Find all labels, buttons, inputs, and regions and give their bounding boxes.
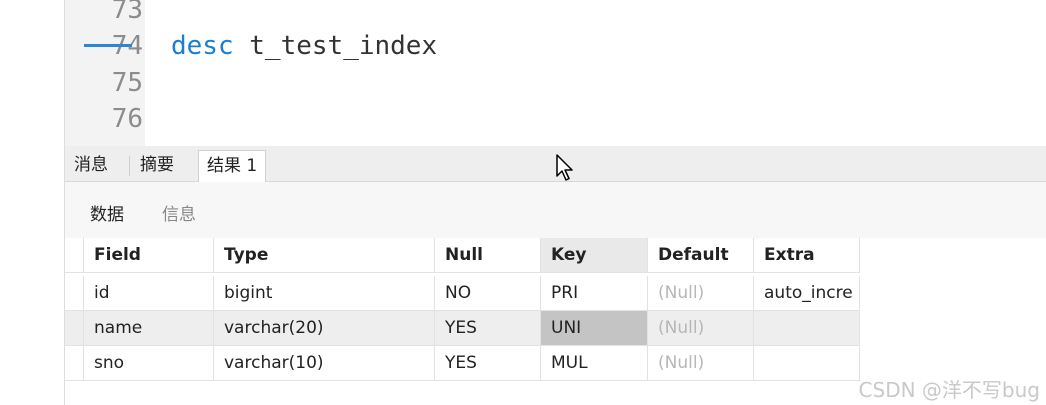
column-header-null[interactable]: Null	[435, 238, 541, 273]
data-info-tabs: 数据 信息	[65, 182, 1046, 238]
column-header-extra[interactable]: Extra	[754, 238, 860, 273]
cell-type[interactable]: bigint	[214, 276, 435, 311]
cell-default[interactable]: (Null)	[648, 346, 754, 381]
cell-null[interactable]: YES	[435, 346, 541, 381]
cell-field[interactable]: name	[84, 311, 214, 346]
row-header[interactable]	[65, 311, 84, 346]
line-number: 76	[111, 104, 143, 134]
cell-null[interactable]: YES	[435, 311, 541, 346]
subtab-info[interactable]: 信息	[162, 200, 196, 225]
column-header-field[interactable]: Field	[84, 238, 214, 273]
tab-summary[interactable]: 摘要	[132, 150, 182, 181]
tab-messages[interactable]: 消息	[66, 150, 116, 181]
line-number: 75	[111, 68, 143, 98]
column-header-default[interactable]: Default	[648, 238, 754, 273]
sql-keyword: desc	[171, 31, 234, 61]
cell-extra[interactable]	[754, 346, 860, 381]
cell-extra[interactable]	[754, 311, 860, 346]
row-header-corner	[65, 238, 84, 273]
cell-null[interactable]: NO	[435, 276, 541, 311]
tab-divider	[129, 156, 130, 176]
cell-field[interactable]: sno	[84, 346, 214, 381]
column-header-key[interactable]: Key	[541, 238, 648, 273]
cell-default[interactable]: (Null)	[648, 311, 754, 346]
cell-field[interactable]: id	[84, 276, 214, 311]
cell-extra[interactable]: auto_incre	[754, 276, 860, 311]
cell-key[interactable]: PRI	[541, 276, 648, 311]
sql-editor[interactable]: 73 74 75 76 desc t_test_index	[0, 0, 1046, 146]
mouse-pointer-icon	[555, 154, 575, 186]
subtab-data[interactable]: 数据	[90, 200, 124, 225]
column-header-type[interactable]: Type	[214, 238, 435, 273]
cell-default[interactable]: (Null)	[648, 276, 754, 311]
row-header[interactable]	[65, 276, 84, 311]
csdn-watermark: CSDN @洋不写bug	[858, 378, 1040, 402]
cell-type[interactable]: varchar(20)	[214, 311, 435, 346]
row-header[interactable]	[65, 346, 84, 381]
code-line[interactable]: desc t_test_index	[171, 28, 437, 64]
cell-key[interactable]: MUL	[541, 346, 648, 381]
tab-result-1[interactable]: 结果 1	[198, 150, 267, 182]
sql-text: t_test_index	[233, 31, 438, 61]
cell-type[interactable]: varchar(10)	[214, 346, 435, 381]
line-number: 73	[111, 0, 143, 25]
cell-key-selected[interactable]: UNI	[541, 311, 648, 346]
active-subtab-indicator	[84, 44, 132, 47]
